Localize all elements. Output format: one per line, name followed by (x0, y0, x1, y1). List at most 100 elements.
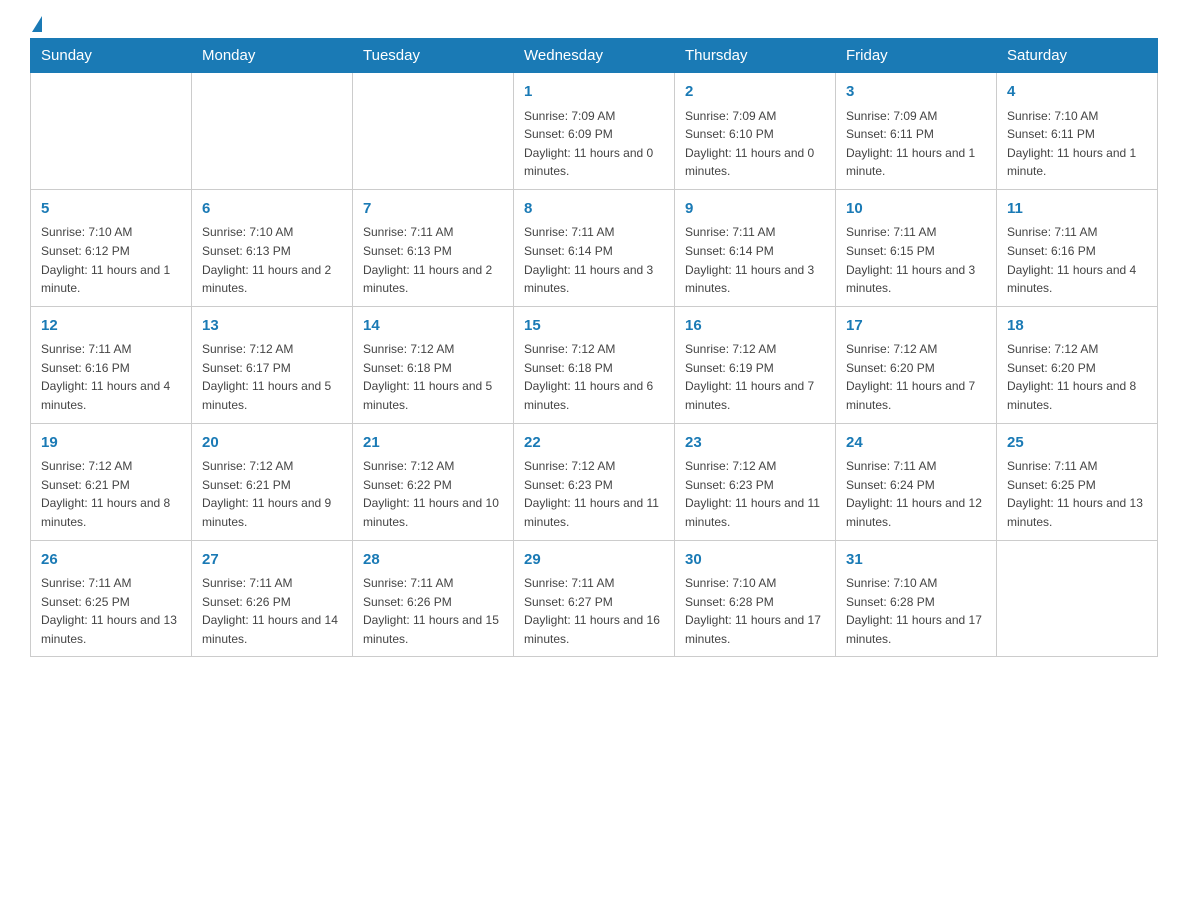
calendar-cell: 2 Sunrise: 7:09 AM Sunset: 6:10 PM Daylig… (675, 73, 836, 190)
calendar-cell: 16Sunrise: 7:12 AM Sunset: 6:19 PM Dayli… (675, 306, 836, 423)
day-number: 11 (1007, 198, 1147, 221)
day-info: Sunrise: 7:11 AM Sunset: 6:26 PM Dayligh… (363, 574, 503, 648)
day-number: 6 (202, 198, 342, 221)
day-info: Sunrise: 7:12 AM Sunset: 6:21 PM Dayligh… (202, 457, 342, 531)
day-number: 27 (202, 549, 342, 572)
day-info: Sunrise: 7:11 AM Sunset: 6:25 PM Dayligh… (1007, 457, 1147, 531)
calendar-cell: 6Sunrise: 7:10 AM Sunset: 6:13 PM Daylig… (192, 189, 353, 306)
calendar-cell: 17Sunrise: 7:12 AM Sunset: 6:20 PM Dayli… (836, 306, 997, 423)
calendar-cell: 18Sunrise: 7:12 AM Sunset: 6:20 PM Dayli… (997, 306, 1158, 423)
day-number: 22 (524, 432, 664, 455)
day-number: 10 (846, 198, 986, 221)
day-info: Sunrise: 7:11 AM Sunset: 6:27 PM Dayligh… (524, 574, 664, 648)
day-number: 24 (846, 432, 986, 455)
logo (30, 20, 42, 28)
day-number: 2 (685, 81, 825, 104)
day-info: Sunrise: 7:12 AM Sunset: 6:17 PM Dayligh… (202, 340, 342, 414)
day-info: Sunrise: 7:12 AM Sunset: 6:20 PM Dayligh… (846, 340, 986, 414)
calendar-cell: 19Sunrise: 7:12 AM Sunset: 6:21 PM Dayli… (31, 423, 192, 540)
day-number: 8 (524, 198, 664, 221)
day-number: 29 (524, 549, 664, 572)
calendar-cell: 29Sunrise: 7:11 AM Sunset: 6:27 PM Dayli… (514, 540, 675, 657)
day-info: Sunrise: 7:12 AM Sunset: 6:23 PM Dayligh… (524, 457, 664, 531)
day-header-wednesday: Wednesday (514, 39, 675, 73)
day-number: 12 (41, 315, 181, 338)
calendar-week-3: 12Sunrise: 7:11 AM Sunset: 6:16 PM Dayli… (31, 306, 1158, 423)
day-info: Sunrise: 7:12 AM Sunset: 6:22 PM Dayligh… (363, 457, 503, 531)
calendar-cell: 9Sunrise: 7:11 AM Sunset: 6:14 PM Daylig… (675, 189, 836, 306)
day-info: Sunrise: 7:11 AM Sunset: 6:24 PM Dayligh… (846, 457, 986, 531)
calendar-cell: 21Sunrise: 7:12 AM Sunset: 6:22 PM Dayli… (353, 423, 514, 540)
calendar-header: SundayMondayTuesdayWednesdayThursdayFrid… (31, 39, 1158, 73)
calendar-cell: 23Sunrise: 7:12 AM Sunset: 6:23 PM Dayli… (675, 423, 836, 540)
day-info: Sunrise: 7:11 AM Sunset: 6:25 PM Dayligh… (41, 574, 181, 648)
calendar-table: SundayMondayTuesdayWednesdayThursdayFrid… (30, 38, 1158, 657)
calendar-body: 1 Sunrise: 7:09 AM Sunset: 6:09 PM Daylig… (31, 73, 1158, 657)
day-number: 28 (363, 549, 503, 572)
calendar-cell: 24Sunrise: 7:11 AM Sunset: 6:24 PM Dayli… (836, 423, 997, 540)
calendar-cell (997, 540, 1158, 657)
calendar-week-5: 26Sunrise: 7:11 AM Sunset: 6:25 PM Dayli… (31, 540, 1158, 657)
day-number: 5 (41, 198, 181, 221)
calendar-cell (192, 73, 353, 190)
calendar-cell: 14Sunrise: 7:12 AM Sunset: 6:18 PM Dayli… (353, 306, 514, 423)
day-number: 30 (685, 549, 825, 572)
day-info: Sunrise: 7:10 AM Sunset: 6:11 PM Dayligh… (1007, 107, 1147, 181)
calendar-cell: 8Sunrise: 7:11 AM Sunset: 6:14 PM Daylig… (514, 189, 675, 306)
day-number: 3 (846, 81, 986, 104)
day-info: Sunrise: 7:11 AM Sunset: 6:16 PM Dayligh… (1007, 223, 1147, 297)
day-number: 31 (846, 549, 986, 572)
day-header-thursday: Thursday (675, 39, 836, 73)
day-header-sunday: Sunday (31, 39, 192, 73)
day-info: Sunrise: 7:09 AM Sunset: 6:09 PM Dayligh… (524, 107, 664, 181)
calendar-cell: 26Sunrise: 7:11 AM Sunset: 6:25 PM Dayli… (31, 540, 192, 657)
day-info: Sunrise: 7:12 AM Sunset: 6:19 PM Dayligh… (685, 340, 825, 414)
calendar-cell: 13Sunrise: 7:12 AM Sunset: 6:17 PM Dayli… (192, 306, 353, 423)
calendar-week-1: 1 Sunrise: 7:09 AM Sunset: 6:09 PM Daylig… (31, 73, 1158, 190)
day-info: Sunrise: 7:11 AM Sunset: 6:14 PM Dayligh… (685, 223, 825, 297)
day-number: 1 (524, 81, 664, 104)
day-number: 26 (41, 549, 181, 572)
day-info: Sunrise: 7:09 AM Sunset: 6:10 PM Dayligh… (685, 107, 825, 181)
day-number: 19 (41, 432, 181, 455)
day-header-friday: Friday (836, 39, 997, 73)
calendar-cell: 27Sunrise: 7:11 AM Sunset: 6:26 PM Dayli… (192, 540, 353, 657)
day-number: 4 (1007, 81, 1147, 104)
calendar-cell (31, 73, 192, 190)
calendar-cell: 30Sunrise: 7:10 AM Sunset: 6:28 PM Dayli… (675, 540, 836, 657)
day-info: Sunrise: 7:12 AM Sunset: 6:18 PM Dayligh… (524, 340, 664, 414)
calendar-cell: 22Sunrise: 7:12 AM Sunset: 6:23 PM Dayli… (514, 423, 675, 540)
day-info: Sunrise: 7:10 AM Sunset: 6:28 PM Dayligh… (685, 574, 825, 648)
calendar-cell: 20Sunrise: 7:12 AM Sunset: 6:21 PM Dayli… (192, 423, 353, 540)
calendar-cell: 25Sunrise: 7:11 AM Sunset: 6:25 PM Dayli… (997, 423, 1158, 540)
page-header (30, 20, 1158, 28)
day-number: 14 (363, 315, 503, 338)
calendar-cell: 31Sunrise: 7:10 AM Sunset: 6:28 PM Dayli… (836, 540, 997, 657)
calendar-cell: 28Sunrise: 7:11 AM Sunset: 6:26 PM Dayli… (353, 540, 514, 657)
day-info: Sunrise: 7:12 AM Sunset: 6:20 PM Dayligh… (1007, 340, 1147, 414)
day-info: Sunrise: 7:10 AM Sunset: 6:13 PM Dayligh… (202, 223, 342, 297)
calendar-cell: 3 Sunrise: 7:09 AM Sunset: 6:11 PM Daylig… (836, 73, 997, 190)
day-info: Sunrise: 7:09 AM Sunset: 6:11 PM Dayligh… (846, 107, 986, 181)
calendar-cell: 12Sunrise: 7:11 AM Sunset: 6:16 PM Dayli… (31, 306, 192, 423)
day-info: Sunrise: 7:11 AM Sunset: 6:14 PM Dayligh… (524, 223, 664, 297)
day-info: Sunrise: 7:11 AM Sunset: 6:26 PM Dayligh… (202, 574, 342, 648)
day-number: 25 (1007, 432, 1147, 455)
header-row: SundayMondayTuesdayWednesdayThursdayFrid… (31, 39, 1158, 73)
calendar-week-2: 5Sunrise: 7:10 AM Sunset: 6:12 PM Daylig… (31, 189, 1158, 306)
day-number: 15 (524, 315, 664, 338)
day-number: 23 (685, 432, 825, 455)
calendar-cell: 15Sunrise: 7:12 AM Sunset: 6:18 PM Dayli… (514, 306, 675, 423)
day-header-monday: Monday (192, 39, 353, 73)
calendar-cell: 7Sunrise: 7:11 AM Sunset: 6:13 PM Daylig… (353, 189, 514, 306)
day-info: Sunrise: 7:11 AM Sunset: 6:15 PM Dayligh… (846, 223, 986, 297)
logo-triangle-icon (32, 16, 42, 32)
day-number: 21 (363, 432, 503, 455)
day-info: Sunrise: 7:11 AM Sunset: 6:16 PM Dayligh… (41, 340, 181, 414)
calendar-cell: 5Sunrise: 7:10 AM Sunset: 6:12 PM Daylig… (31, 189, 192, 306)
calendar-cell: 11Sunrise: 7:11 AM Sunset: 6:16 PM Dayli… (997, 189, 1158, 306)
day-number: 20 (202, 432, 342, 455)
day-header-saturday: Saturday (997, 39, 1158, 73)
day-number: 9 (685, 198, 825, 221)
day-info: Sunrise: 7:10 AM Sunset: 6:28 PM Dayligh… (846, 574, 986, 648)
